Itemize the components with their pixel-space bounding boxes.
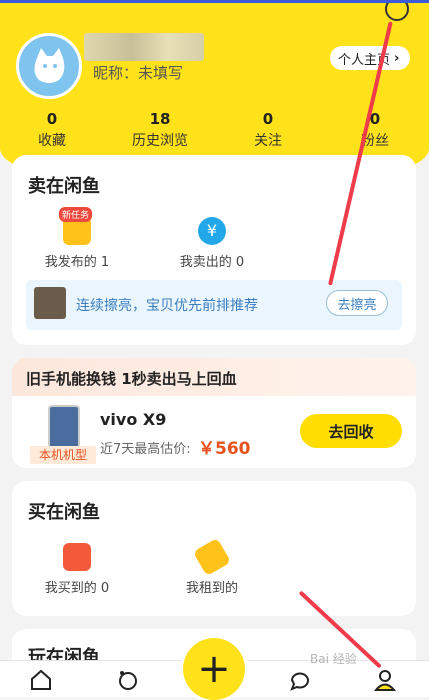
my-bought[interactable]: 我买到的 0 <box>22 543 132 596</box>
polish-button[interactable]: 去擦亮 <box>326 290 388 316</box>
model-tag: 本机机型 <box>30 446 96 464</box>
publish-plus-button[interactable]: + <box>183 638 245 700</box>
polish-promo[interactable]: 连续擦亮，宝贝优先前排推荐 去擦亮 <box>26 280 402 330</box>
nickname: 昵称：未填写 <box>93 64 184 82</box>
home-icon[interactable] <box>30 669 52 691</box>
estimate-price: ￥560 <box>198 439 251 459</box>
stat-label: 历史浏览 <box>132 133 188 149</box>
watermark: Bai 经验 <box>310 652 357 666</box>
recycle-button[interactable]: 去回收 <box>300 414 402 448</box>
yen-icon: ¥ <box>198 217 226 245</box>
my-profile-icon[interactable] <box>374 669 396 691</box>
fishpond-icon[interactable] <box>117 669 139 691</box>
stat-label: 粉丝 <box>361 133 389 149</box>
stat-value: 0 <box>369 110 381 128</box>
promo-text: 连续擦亮，宝贝优先前排推荐 <box>76 298 258 314</box>
sell-title: 卖在闲鱼 <box>28 176 100 197</box>
stat-label: 收藏 <box>38 133 66 149</box>
my-rented[interactable]: 我租到的 <box>157 537 267 596</box>
stat-value: 0 <box>46 110 58 128</box>
recycle-card: 旧手机能换钱 1秒卖出马上回血 本机机型 vivo X9 近7天最高估价: ￥5… <box>12 358 416 468</box>
my-published[interactable]: 新任务 我发布的 1 <box>22 207 132 270</box>
document-icon: 新任务 <box>59 207 93 245</box>
my-sold-label: 我卖出的 0 <box>179 255 245 270</box>
my-sold[interactable]: ¥ 我卖出的 0 <box>157 217 267 270</box>
stat-history[interactable]: 18 历史浏览 <box>115 110 205 150</box>
my-bought-label: 我买到的 0 <box>44 581 110 596</box>
stat-value: 18 <box>149 110 171 128</box>
my-rented-label: 我租到的 <box>185 581 238 596</box>
message-icon[interactable] <box>289 669 311 691</box>
settings-icon[interactable] <box>385 3 409 21</box>
stat-following[interactable]: 0 关注 <box>223 110 313 150</box>
phone-model: vivo X9 <box>100 410 167 429</box>
recycle-title: 旧手机能换钱 1秒卖出马上回血 <box>26 370 237 388</box>
buy-title: 买在闲鱼 <box>28 502 100 523</box>
stat-fans[interactable]: 0 粉丝 <box>330 110 420 150</box>
shopping-bag-icon <box>63 543 91 571</box>
buy-card: 买在闲鱼 我买到的 0 我租到的 <box>12 481 416 616</box>
plus-icon: + <box>197 646 231 692</box>
stat-value: 0 <box>262 110 274 128</box>
avatar[interactable] <box>16 33 82 99</box>
profile-page-button[interactable]: 个人主页 › <box>330 46 410 70</box>
stat-label: 关注 <box>254 133 282 149</box>
estimate-label: 近7天最高估价: <box>100 442 191 457</box>
stat-favorites[interactable]: 0 收藏 <box>7 110 97 150</box>
phone-image <box>48 405 80 451</box>
username-blurred <box>84 33 204 61</box>
cat-avatar-icon <box>34 48 65 83</box>
item-thumbnail <box>34 287 66 319</box>
new-task-badge: 新任务 <box>59 207 93 222</box>
tag-icon <box>192 537 232 577</box>
recycle-header: 旧手机能换钱 1秒卖出马上回血 <box>12 358 416 396</box>
chevron-right-icon: › <box>394 50 400 66</box>
my-published-label: 我发布的 1 <box>44 255 110 270</box>
